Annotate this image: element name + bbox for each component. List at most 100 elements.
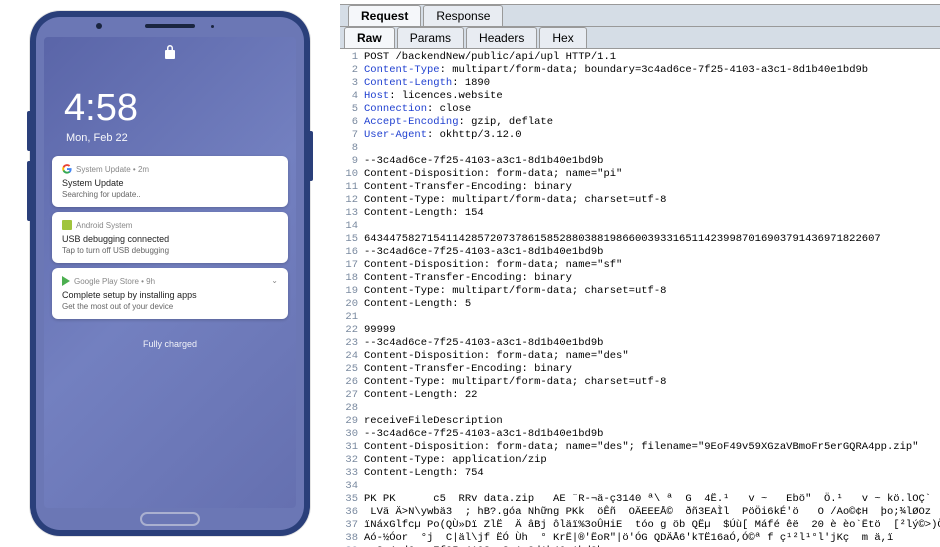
code-line: 37ïNáxGlfcµ Po(QÙ»Dï ZlË Ä âBj ôläï%3oÛH… xyxy=(340,519,940,532)
notification-app-name: Google Play Store • 9h xyxy=(74,277,155,286)
line-number: 13 xyxy=(340,207,364,220)
subtab-params[interactable]: Params xyxy=(397,27,464,48)
code-line: 38Aó-½Óor °j C|äl\jf ËÓ Ùh ° KrË|®'ËoR"|… xyxy=(340,532,940,545)
subtab-headers[interactable]: Headers xyxy=(466,27,537,48)
lock-screen-date: Mon, Feb 22 xyxy=(44,130,296,144)
line-content: --3c4ad6ce-7f25-4103-a3c1-8d1b40e1bd9b xyxy=(364,428,603,441)
notification-header: Google Play Store • 9h xyxy=(62,276,278,286)
code-line: 4Host: licences.website xyxy=(340,90,940,103)
earpiece-speaker xyxy=(145,24,195,28)
notification-title: Complete setup by installing apps xyxy=(62,290,278,300)
code-line: 11Content-Transfer-Encoding: binary xyxy=(340,181,940,194)
line-number: 3 xyxy=(340,77,364,90)
line-content: Content-Length: 754 xyxy=(364,467,484,480)
code-line: 27Content-Length: 22 xyxy=(340,389,940,402)
line-content: Content-Disposition: form-data; name="pi… xyxy=(364,168,622,181)
phone-mockup-section: 4:58 Mon, Feb 22 System Update • 2mSyste… xyxy=(0,0,340,547)
tab-request[interactable]: Request xyxy=(348,5,421,26)
line-content: receiveFileDescription xyxy=(364,415,503,428)
lock-screen-time: 4:58 xyxy=(44,62,296,130)
line-number: 20 xyxy=(340,298,364,311)
line-number: 8 xyxy=(340,142,364,155)
line-number: 35 xyxy=(340,493,364,506)
raw-request-view[interactable]: 1POST /backendNew/public/api/upl HTTP/1.… xyxy=(340,48,940,547)
notification-card[interactable]: Google Play Store • 9h Complete setup by … xyxy=(52,268,288,319)
lock-icon xyxy=(44,37,296,62)
notification-subtitle: Searching for update.. xyxy=(62,190,278,199)
notification-card[interactable]: Android SystemUSB debugging connectedTap… xyxy=(52,212,288,263)
android-icon xyxy=(62,220,72,230)
notification-header: Android System xyxy=(62,220,278,230)
code-line: 26Content-Type: multipart/form-data; cha… xyxy=(340,376,940,389)
line-content: Accept-Encoding: gzip, deflate xyxy=(364,116,553,129)
code-line: 9--3c4ad6ce-7f25-4103-a3c1-8d1b40e1bd9b xyxy=(340,155,940,168)
code-line: 18Content-Transfer-Encoding: binary xyxy=(340,272,940,285)
line-number: 25 xyxy=(340,363,364,376)
home-button[interactable] xyxy=(140,512,200,526)
line-content: LVä Ä>N\ywbä3 ; hB?.góa Những PKk öÊñ OÄ… xyxy=(364,506,940,519)
line-content: User-Agent: okhttp/3.12.0 xyxy=(364,129,522,142)
line-number: 19 xyxy=(340,285,364,298)
notification-card[interactable]: System Update • 2m System Update Searching… xyxy=(52,156,288,207)
line-number: 7 xyxy=(340,129,364,142)
line-number: 10 xyxy=(340,168,364,181)
notification-title: System Update xyxy=(62,178,278,188)
line-number: 36 xyxy=(340,506,364,519)
notification-app-name: Android System xyxy=(76,221,132,230)
line-number: 15 xyxy=(340,233,364,246)
code-line: 32Content-Type: application/zip xyxy=(340,454,940,467)
line-content: Content-Length: 5 xyxy=(364,298,471,311)
code-line: 31Content-Disposition: form-data; name="… xyxy=(340,441,940,454)
notification-list: System Update • 2m System Update Searching… xyxy=(44,144,296,319)
line-content: Content-Type: multipart/form-data; chars… xyxy=(364,194,666,207)
notification-app-name: System Update • 2m xyxy=(76,165,149,174)
notification-title: USB debugging connected xyxy=(62,234,278,244)
sensor-dot xyxy=(211,25,214,28)
code-line: 24Content-Disposition: form-data; name="… xyxy=(340,350,940,363)
subtab-raw[interactable]: Raw xyxy=(344,27,395,48)
line-number: 23 xyxy=(340,337,364,350)
code-line: 28 xyxy=(340,402,940,415)
line-number: 14 xyxy=(340,220,364,233)
line-content: Content-Transfer-Encoding: binary xyxy=(364,181,572,194)
line-number: 18 xyxy=(340,272,364,285)
line-number: 12 xyxy=(340,194,364,207)
subtab-hex[interactable]: Hex xyxy=(539,27,586,48)
code-line: 6Accept-Encoding: gzip, deflate xyxy=(340,116,940,129)
tab-response[interactable]: Response xyxy=(423,5,503,26)
line-number: 2 xyxy=(340,64,364,77)
code-line: 3Content-Length: 1890 xyxy=(340,77,940,90)
secondary-tab-row: RawParamsHeadersHex xyxy=(340,26,940,48)
phone-frame: 4:58 Mon, Feb 22 System Update • 2mSyste… xyxy=(30,11,310,536)
notification-subtitle: Get the most out of your device xyxy=(62,302,278,311)
line-number: 4 xyxy=(340,90,364,103)
line-number: 17 xyxy=(340,259,364,272)
line-number: 34 xyxy=(340,480,364,493)
line-content: Content-Transfer-Encoding: binary xyxy=(364,272,572,285)
chevron-down-icon[interactable]: ⌄ xyxy=(271,276,278,285)
lock-screen[interactable]: 4:58 Mon, Feb 22 System Update • 2mSyste… xyxy=(44,37,296,508)
code-line: 16--3c4ad6ce-7f25-4103-a3c1-8d1b40e1bd9b xyxy=(340,246,940,259)
line-content: Host: licences.website xyxy=(364,90,503,103)
line-number: 32 xyxy=(340,454,364,467)
line-content: PK PK c5 RRv data.zip AE ¨R-¬ä-ç3140 ª\ … xyxy=(364,493,931,506)
google-g-icon xyxy=(62,164,72,174)
line-number: 30 xyxy=(340,428,364,441)
line-number: 37 xyxy=(340,519,364,532)
line-number: 28 xyxy=(340,402,364,415)
code-line: 21 xyxy=(340,311,940,324)
line-content: Content-Type: multipart/form-data; bound… xyxy=(364,64,868,77)
code-line: 36 LVä Ä>N\ywbä3 ; hB?.góa Những PKk öÊñ… xyxy=(340,506,940,519)
code-line: 17Content-Disposition: form-data; name="… xyxy=(340,259,940,272)
line-content: --3c4ad6ce-7f25-4103-a3c1-8d1b40e1bd9b xyxy=(364,337,603,350)
line-number: 9 xyxy=(340,155,364,168)
code-line: 20Content-Length: 5 xyxy=(340,298,940,311)
line-content: --3c4ad6ce-7f25-4103-a3c1-8d1b40e1bd9b xyxy=(364,155,603,168)
line-content: --3c4ad6ce-7f25-4103-a3c1-8d1b40e1bd9b xyxy=(364,246,603,259)
line-content: Content-Disposition: form-data; name="de… xyxy=(364,350,629,363)
primary-tab-row: RequestResponse xyxy=(340,4,940,26)
line-number: 27 xyxy=(340,389,364,402)
front-camera-icon xyxy=(96,23,102,29)
line-content: Aó-½Óor °j C|äl\jf ËÓ Ùh ° KrË|®'ËoR"|ö'… xyxy=(364,532,893,545)
line-content: Connection: close xyxy=(364,103,471,116)
